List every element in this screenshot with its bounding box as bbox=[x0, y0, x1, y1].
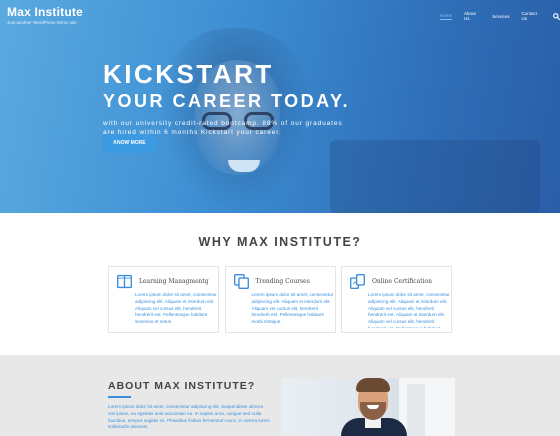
feature-cards: Learning Managmentg Lorem ipsum dolor si… bbox=[108, 266, 452, 333]
know-more-button[interactable]: KNOW MORE bbox=[103, 134, 156, 153]
about-section bbox=[0, 355, 560, 436]
site-title[interactable]: Max Institute bbox=[7, 5, 83, 19]
about-photo bbox=[281, 378, 455, 436]
hero-heading-line2: YOUR CAREER TODAY. bbox=[103, 91, 351, 111]
feature-card-learning[interactable]: Learning Managmentg Lorem ipsum dolor si… bbox=[108, 266, 219, 333]
nav-home[interactable]: Home bbox=[440, 13, 453, 20]
copy-icon bbox=[233, 273, 250, 290]
nav-contact-us[interactable]: Contact Us bbox=[522, 11, 542, 21]
about-text: Lorem ipsum dolor sit amet, consectetur … bbox=[108, 404, 270, 430]
site-tagline: Just another WordPress Demo site bbox=[7, 20, 77, 25]
book-icon bbox=[116, 273, 133, 290]
hero-laptop-shape bbox=[330, 140, 540, 213]
hero-text: KICKSTART YOUR CAREER TODAY. with our un… bbox=[103, 60, 350, 137]
hero-banner: Max Institute Just another WordPress Dem… bbox=[0, 0, 560, 213]
feature-card-text: Lorem ipsum dolor sit amet, consectetur … bbox=[368, 292, 450, 328]
about-title-underline bbox=[108, 396, 131, 398]
nav-about-us[interactable]: About Us bbox=[464, 11, 480, 21]
site-brand[interactable]: Max Institute Just another WordPress Dem… bbox=[7, 5, 83, 25]
feature-card-title: Trending Courses bbox=[255, 278, 310, 285]
feature-card-trending[interactable]: Trending Courses Lorem ipsum dolor sit a… bbox=[224, 266, 336, 333]
nav-services[interactable]: Services bbox=[492, 14, 509, 19]
hero-heading-line1: KICKSTART bbox=[103, 59, 274, 89]
feature-card-text: Lorem ipsum dolor sit amet, consectetur … bbox=[135, 292, 217, 325]
feature-card-certification[interactable]: Online Certification Lorem ipsum dolor s… bbox=[341, 266, 452, 333]
feature-card-title: Online Certification bbox=[372, 278, 433, 285]
about-section-title: ABOUT MAX INSTITUTE? bbox=[108, 380, 256, 392]
feature-card-title: Learning Managmentg bbox=[139, 278, 209, 285]
main-nav: Home About Us Services Contact Us bbox=[440, 11, 560, 21]
feature-card-text: Lorem ipsum dolor sit amet, consectetur … bbox=[251, 292, 334, 325]
search-icon[interactable] bbox=[553, 12, 560, 20]
why-section-title: WHY MAX INSTITUTE? bbox=[198, 235, 362, 249]
certificate-icon bbox=[349, 273, 366, 290]
